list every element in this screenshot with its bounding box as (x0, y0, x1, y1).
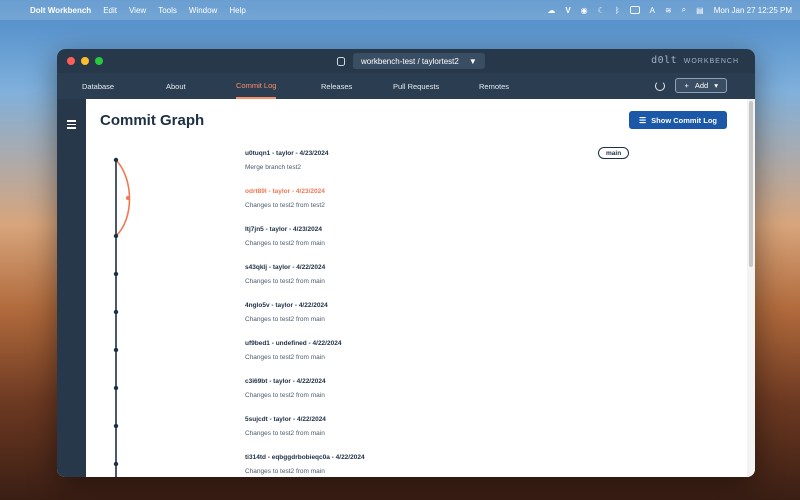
commit-item[interactable]: uf9bed1 - undefined - 4/22/2024 Changes … (245, 340, 341, 361)
add-button[interactable]: + Add ▾ (675, 78, 727, 93)
commit-node[interactable] (113, 309, 119, 315)
database-switcher: workbench-test / taylortest2 ▼ (337, 53, 485, 69)
commit-node[interactable] (113, 385, 119, 391)
menubar-status-area: ☁ V ◉ ☾ ᛒ A ≋ ⌕ ▤ Mon Jan 27 12:25 PM (547, 5, 792, 15)
window-titlebar: workbench-test / taylortest2 ▼ d0lt WORK… (57, 49, 755, 73)
audio-icon[interactable]: ◉ (581, 6, 588, 15)
database-icon (337, 56, 345, 66)
tab-database[interactable]: Database (82, 73, 114, 99)
tab-pull-requests[interactable]: Pull Requests (393, 73, 439, 99)
tab-releases[interactable]: Releases (321, 73, 352, 99)
commit-message: Changes to test2 from main (245, 354, 325, 361)
menubar-clock[interactable]: Mon Jan 27 12:25 PM (714, 6, 792, 15)
show-commit-log-label: Show Commit Log (651, 115, 717, 125)
commit-header[interactable]: c3i69bt - taylor - 4/22/2024 (245, 378, 326, 385)
commit-message: Changes to test2 from main (245, 278, 325, 285)
scrollbar-thumb[interactable] (749, 101, 753, 267)
menu-view[interactable]: View (129, 6, 146, 15)
database-select[interactable]: workbench-test / taylortest2 ▼ (353, 53, 485, 69)
commit-node[interactable] (113, 157, 119, 163)
commit-item[interactable]: c3i69bt - taylor - 4/22/2024 Changes to … (245, 378, 326, 399)
commit-item[interactable]: ti314td - eqbggdrbobieqc0a - 4/22/2024 C… (245, 454, 365, 475)
commit-header[interactable]: u0tuqn1 - taylor - 4/23/2024 (245, 150, 328, 157)
show-commit-log-button[interactable]: ☰ Show Commit Log (629, 111, 727, 129)
database-select-value: workbench-test / taylortest2 (361, 56, 459, 66)
commit-message: Changes to test2 from main (245, 240, 325, 247)
commit-message: Changes to test2 from main (245, 430, 325, 437)
zoom-window-button[interactable] (95, 57, 103, 65)
refresh-icon[interactable] (655, 80, 666, 91)
tab-about[interactable]: About (166, 73, 186, 99)
commit-header[interactable]: s43qklj - taylor - 4/22/2024 (245, 264, 325, 271)
branch-tag-main[interactable]: main (598, 147, 630, 159)
main-body: Commit Graph ☰ Show Commit Log main u0tu… (57, 99, 755, 477)
close-window-button[interactable] (67, 57, 75, 65)
commit-header[interactable]: odrt89l - taylor - 4/23/2024 (245, 188, 325, 195)
commit-message: Merge branch test2 (245, 164, 302, 171)
moon-icon[interactable]: ☾ (598, 6, 605, 15)
tab-commit-log[interactable]: Commit Log (236, 73, 277, 99)
commit-header[interactable]: ti314td - eqbggdrbobieqc0a - 4/22/2024 (245, 454, 365, 461)
chevron-down-icon: ▾ (714, 81, 718, 90)
brand-logo-text: d0lt (651, 55, 678, 66)
menubar-app-name[interactable]: Dolt Workbench (30, 6, 91, 15)
battery-icon[interactable] (629, 6, 640, 14)
add-button-label: Add (694, 81, 709, 90)
commit-node-side[interactable] (126, 196, 130, 200)
cloud-icon[interactable]: ☁ (547, 6, 555, 15)
commit-item[interactable]: 4nglo5v - taylor - 4/22/2024 Changes to … (245, 302, 328, 323)
chevron-down-icon: ▼ (468, 56, 477, 66)
app-window: workbench-test / taylortest2 ▼ d0lt WORK… (57, 49, 755, 477)
control-center-icon[interactable]: ▤ (696, 6, 704, 15)
commit-item[interactable]: s43qklj - taylor - 4/22/2024 Changes to … (245, 264, 325, 285)
bluetooth-icon[interactable]: ᛒ (615, 6, 620, 15)
plus-icon: + (684, 81, 689, 90)
vertical-scrollbar[interactable] (747, 99, 755, 477)
commit-node[interactable] (113, 423, 119, 429)
commit-header[interactable]: 5sujcdt - taylor - 4/22/2024 (245, 416, 326, 423)
commit-node[interactable] (113, 461, 119, 467)
commit-header[interactable]: uf9bed1 - undefined - 4/22/2024 (245, 340, 341, 347)
window-controls (67, 57, 103, 65)
commit-header[interactable]: ltj7jn5 - taylor - 4/23/2024 (245, 226, 325, 233)
nav-bar: Database About Commit Log Releases Pull … (57, 73, 755, 99)
macos-menubar: Dolt Workbench Edit View Tools Window He… (0, 0, 800, 20)
input-source-icon[interactable]: A (650, 6, 655, 15)
menu-tools[interactable]: Tools (158, 6, 177, 15)
brand-logo-sub: WORKBENCH (683, 58, 739, 65)
menu-edit[interactable]: Edit (103, 6, 117, 15)
wifi-icon[interactable]: ≋ (665, 6, 672, 15)
tab-remotes[interactable]: Remotes (479, 73, 509, 99)
commit-message: Changes to test2 from main (245, 392, 325, 399)
commit-graph-panel: Commit Graph ☰ Show Commit Log main u0tu… (86, 99, 747, 477)
menu-window[interactable]: Window (189, 6, 217, 15)
commit-message: Changes to test2 from main (245, 316, 325, 323)
commit-message: Changes to test2 from test2 (245, 202, 325, 209)
commit-item[interactable]: 5sujcdt - taylor - 4/22/2024 Changes to … (245, 416, 326, 437)
commit-node[interactable] (113, 347, 119, 353)
minimize-window-button[interactable] (81, 57, 89, 65)
commit-item[interactable]: odrt89l - taylor - 4/23/2024 Changes to … (245, 188, 325, 209)
commit-graph (113, 157, 131, 477)
commit-header[interactable]: 4nglo5v - taylor - 4/22/2024 (245, 302, 328, 309)
vectorworks-icon[interactable]: V (565, 6, 570, 15)
commit-message: Changes to test2 from main (245, 468, 325, 475)
search-icon[interactable]: ⌕ (682, 5, 686, 15)
left-sidebar (57, 99, 86, 477)
hamburger-menu-icon[interactable] (67, 120, 76, 131)
menu-help[interactable]: Help (229, 6, 245, 15)
commit-item[interactable]: ltj7jn5 - taylor - 4/23/2024 Changes to … (245, 226, 325, 247)
nav-actions: + Add ▾ (655, 78, 727, 93)
commit-node[interactable] (113, 233, 119, 239)
list-icon: ☰ (639, 115, 647, 125)
commit-item[interactable]: u0tuqn1 - taylor - 4/23/2024 Merge branc… (245, 150, 328, 171)
brand-logo: d0lt WORKBENCH (651, 55, 739, 66)
commit-node[interactable] (113, 271, 119, 277)
